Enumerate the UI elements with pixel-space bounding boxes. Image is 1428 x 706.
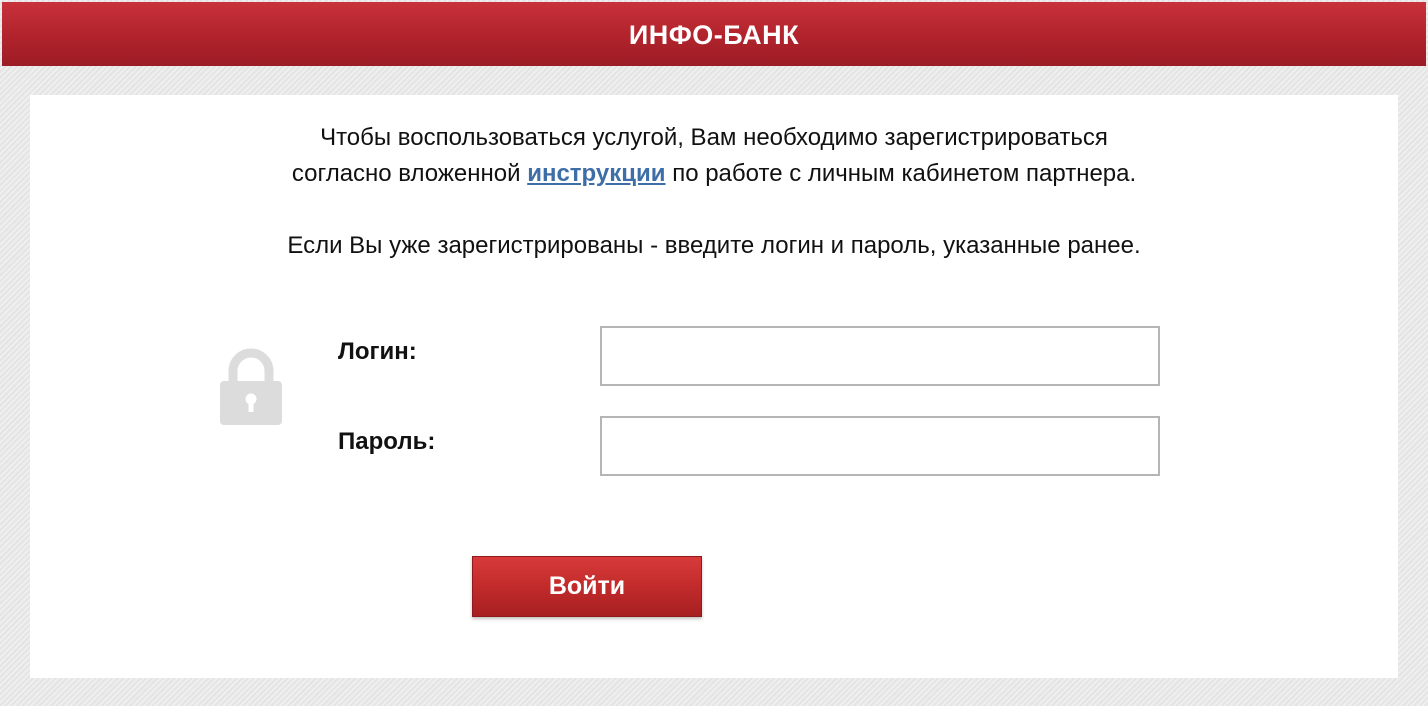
intro-line-3: Если Вы уже зарегистрированы - введите л… bbox=[287, 232, 1141, 259]
intro-line-2: согласно вложенной инструкции по работе … bbox=[30, 156, 1398, 192]
instructions-link[interactable]: инструкции bbox=[527, 160, 665, 187]
login-button-label: Войти bbox=[548, 572, 626, 600]
intro-spacer bbox=[30, 192, 1398, 228]
lock-icon bbox=[220, 348, 282, 425]
intro-line-1: Чтобы воспользоваться услугой, Вам необх… bbox=[320, 124, 1108, 151]
login-label: Логин: bbox=[338, 338, 417, 365]
password-label: Пароль: bbox=[338, 428, 436, 455]
intro-line-2-after: по работе с личным кабинетом партнера. bbox=[665, 160, 1137, 187]
password-input[interactable] bbox=[600, 416, 1160, 476]
login-input[interactable] bbox=[600, 326, 1160, 386]
top-header-bar: ИНФО-БАНК bbox=[2, 2, 1426, 66]
login-button[interactable]: Войти bbox=[472, 556, 702, 617]
login-panel: Чтобы воспользоваться услугой, Вам необх… bbox=[30, 95, 1398, 678]
intro-line-2-before: согласно вложенной bbox=[291, 160, 528, 187]
intro-text: Чтобы воспользоваться услугой, Вам необх… bbox=[30, 120, 1398, 264]
site-title: ИНФО-БАНК bbox=[628, 19, 800, 50]
